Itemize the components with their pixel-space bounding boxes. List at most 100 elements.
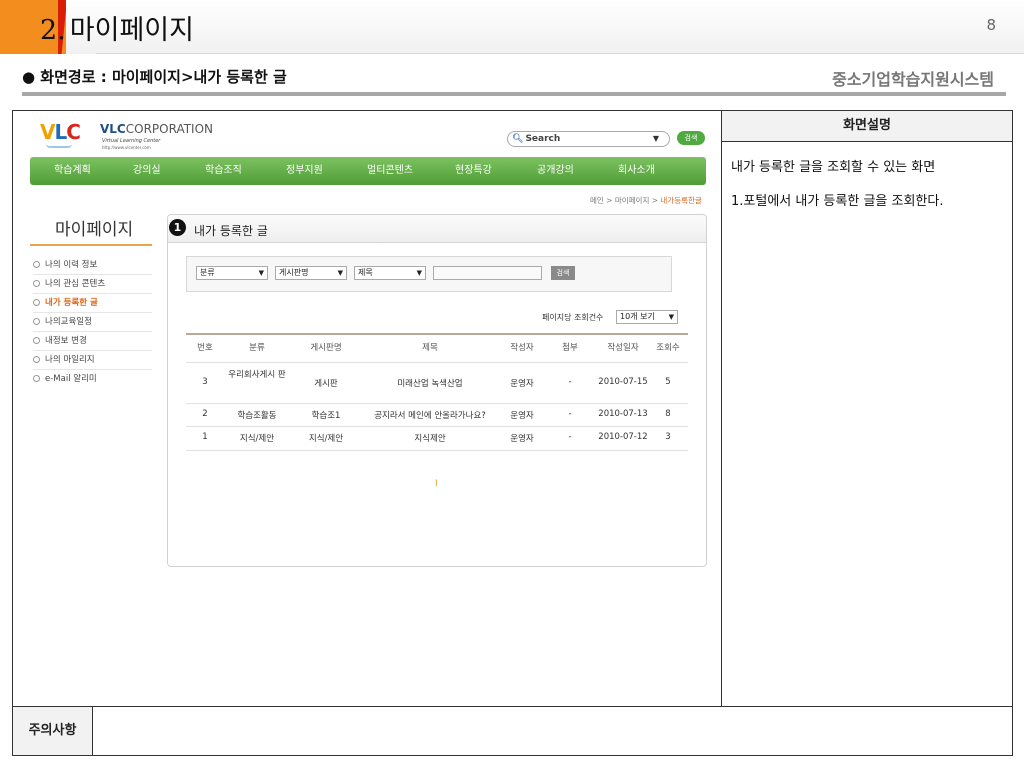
cell-category: 학습조활동 bbox=[237, 411, 277, 421]
sidebar-item-label: 내가 등록한 글 bbox=[45, 298, 98, 308]
nav-item-study-group[interactable]: 학습조직 bbox=[205, 157, 242, 185]
vlc-logo[interactable]: VLC bbox=[40, 120, 81, 144]
column-header-category: 분류 bbox=[249, 343, 265, 353]
breadcrumb-path[interactable]: 메인 > 마이페이지 > bbox=[590, 196, 660, 205]
nav-item-field-lecture[interactable]: 현장특강 bbox=[455, 157, 492, 185]
column-header-views: 조회수 bbox=[656, 343, 680, 353]
sidebar-item-email-alert[interactable]: e-Mail 알리미 bbox=[33, 370, 152, 389]
row-divider bbox=[186, 426, 688, 427]
per-page-value: 10개 보기 bbox=[620, 312, 655, 321]
cell-attachment: - bbox=[568, 409, 572, 419]
system-name: 중소기업학습지원시스템 bbox=[832, 70, 994, 89]
filter-search-button[interactable]: 검색 bbox=[551, 266, 575, 280]
cell-author: 운영자 bbox=[510, 379, 534, 389]
bullet-icon bbox=[33, 318, 40, 325]
nav-item-multi-content[interactable]: 멀티콘텐츠 bbox=[367, 157, 413, 185]
chevron-down-icon: ▼ bbox=[416, 269, 422, 277]
logo-letter-v: V bbox=[40, 120, 56, 144]
category-select[interactable]: 분류 ▼ bbox=[196, 266, 268, 280]
sidebar-item-schedule[interactable]: 나의교육일정 bbox=[33, 313, 152, 332]
cell-attachment: - bbox=[568, 432, 572, 442]
sidebar-item-history[interactable]: 나의 이력 정보 bbox=[33, 256, 152, 275]
cell-board: 게시판 bbox=[314, 379, 338, 389]
bullet-icon bbox=[33, 375, 40, 382]
description-line-2: 1.포털에서 내가 등록한 글을 조회한다. bbox=[731, 194, 944, 209]
cell-views: 8 bbox=[665, 409, 671, 419]
corporation-word: CORPORATION bbox=[125, 122, 214, 136]
sidebar-item-profile[interactable]: 내정보 변경 bbox=[33, 332, 152, 351]
column-header-date: 작성일자 bbox=[607, 343, 639, 353]
sidebar-item-interests[interactable]: 나의 관심 콘텐츠 bbox=[33, 275, 152, 294]
category-select-value: 분류 bbox=[200, 268, 215, 277]
sidebar-title-rule bbox=[30, 244, 152, 246]
page-number: 8 bbox=[986, 16, 996, 34]
search-placeholder: Search bbox=[525, 134, 561, 144]
path-divider bbox=[22, 92, 1006, 96]
chevron-down-icon[interactable]: ▼ bbox=[653, 132, 659, 146]
logo-letter-c: C bbox=[66, 120, 81, 144]
annotation-marker: 1 bbox=[169, 219, 186, 236]
nav-item-classroom[interactable]: 강의실 bbox=[133, 157, 161, 185]
cell-category: 지식/제안 bbox=[239, 434, 275, 444]
caution-label: 주의사항 bbox=[13, 707, 93, 755]
column-header-author: 작성자 bbox=[510, 343, 534, 353]
column-header-subject: 제목 bbox=[422, 343, 438, 353]
breadcrumb: 메인 > 마이페이지 > 내가등록한글 bbox=[590, 195, 702, 206]
main-navigation: 학습계획 강의실 학습조직 정부지원 멀티콘텐츠 현장특강 공개강의 회사소개 bbox=[30, 157, 706, 185]
search-input[interactable]: 🔍︎ Search ▼ bbox=[507, 131, 670, 147]
chevron-down-icon: ▼ bbox=[337, 269, 343, 277]
cell-subject-link[interactable]: 지식제안 bbox=[362, 432, 498, 444]
cell-date: 2010-07-12 bbox=[598, 432, 648, 442]
screen-path: ● 화면경로 : 마이페이지>내가 등록한 글 bbox=[22, 68, 287, 86]
cell-views: 5 bbox=[665, 377, 671, 387]
nav-item-learning-plan[interactable]: 학습계획 bbox=[54, 157, 91, 185]
cell-no: 3 bbox=[202, 377, 208, 387]
nav-item-open-lecture[interactable]: 공개강의 bbox=[537, 157, 574, 185]
subject-select[interactable]: 제목 ▼ bbox=[354, 266, 426, 280]
cell-attachment: - bbox=[568, 377, 572, 387]
sidebar-item-my-posts[interactable]: 내가 등록한 글 bbox=[33, 294, 152, 313]
column-header-attachment: 첨부 bbox=[562, 343, 578, 353]
search-icon: 🔍︎ bbox=[512, 134, 524, 144]
keyword-input[interactable] bbox=[433, 266, 542, 280]
corporation-name: VLCCORPORATION bbox=[100, 122, 213, 136]
corporation-url: http://www.vlcenter.com bbox=[102, 145, 151, 150]
corporation-tagline: Virtual Learning Center bbox=[102, 138, 161, 144]
per-page-select[interactable]: 10개 보기 ▼ bbox=[616, 310, 678, 324]
header-row-divider bbox=[186, 362, 688, 363]
sidebar-item-label: 나의 이력 정보 bbox=[45, 260, 98, 270]
cell-subject-link[interactable]: 미래산업 녹색산업 bbox=[362, 377, 498, 389]
board-select-value: 게시판명 bbox=[279, 268, 309, 277]
slide-title-number: 2. bbox=[40, 15, 66, 46]
description-line-1: 내가 등록한 글을 조회할 수 있는 화면 bbox=[731, 160, 936, 175]
breadcrumb-current: 내가등록한글 bbox=[660, 196, 702, 205]
sidebar-item-label: 나의 마일리지 bbox=[45, 355, 95, 365]
cell-no: 2 bbox=[202, 409, 208, 419]
logo-letter-l: L bbox=[54, 120, 67, 144]
nav-item-company[interactable]: 회사소개 bbox=[618, 157, 655, 185]
cell-subject-link[interactable]: 공지라서 메인에 안올라가나요? bbox=[362, 409, 498, 421]
logo-swoosh-icon bbox=[46, 144, 72, 148]
table-top-rule bbox=[186, 333, 688, 335]
column-header-board: 게시판명 bbox=[310, 343, 342, 353]
cell-author: 운영자 bbox=[510, 434, 534, 444]
sidebar-item-label: 나의교육일정 bbox=[45, 317, 92, 327]
board-select[interactable]: 게시판명 ▼ bbox=[275, 266, 347, 280]
bullet-icon bbox=[33, 261, 40, 268]
cell-views: 3 bbox=[665, 432, 671, 442]
chevron-down-icon: ▼ bbox=[668, 313, 674, 321]
nav-item-gov-support[interactable]: 정부지원 bbox=[286, 157, 323, 185]
column-header-no: 번호 bbox=[197, 343, 213, 353]
frame-vertical-divider bbox=[721, 110, 722, 707]
sidebar-title: 마이페이지 bbox=[55, 220, 134, 240]
cell-category: 우리회사게시 판 bbox=[228, 370, 286, 380]
sidebar-item-mileage[interactable]: 나의 마일리지 bbox=[33, 351, 152, 370]
cell-board: 지식/제안 bbox=[308, 434, 344, 444]
row-divider bbox=[186, 450, 688, 451]
per-page-label: 페이지당 조회건수 bbox=[542, 313, 604, 322]
search-button[interactable]: 검색 bbox=[677, 131, 705, 145]
cell-date: 2010-07-13 bbox=[598, 409, 648, 419]
slide-title: 2. 마이페이지 bbox=[40, 8, 194, 47]
corporation-bold: VLC bbox=[100, 122, 126, 136]
text-cursor-icon: I bbox=[435, 479, 438, 489]
